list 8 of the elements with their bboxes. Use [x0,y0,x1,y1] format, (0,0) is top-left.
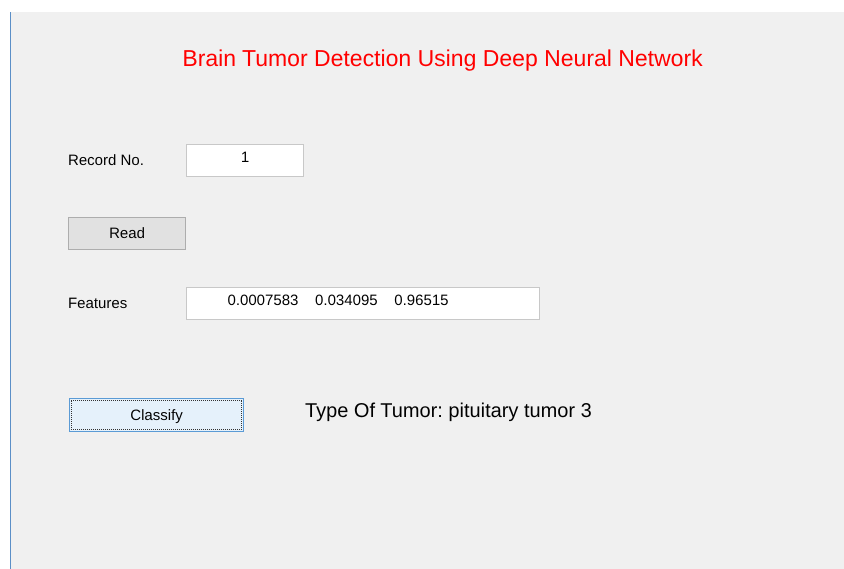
features-label: Features [68,295,128,312]
classify-button[interactable]: Classify [69,398,244,432]
record-field[interactable]: 1 [186,144,304,177]
features-field[interactable]: 0.0007583 0.034095 0.96515 [186,287,540,320]
record-label: Record No. [68,152,145,169]
app-title: Brain Tumor Detection Using Deep Neural Network [181,44,704,73]
result-text: Type Of Tumor: pituitary tumor 3 [305,400,592,422]
read-button[interactable]: Read [68,217,186,250]
